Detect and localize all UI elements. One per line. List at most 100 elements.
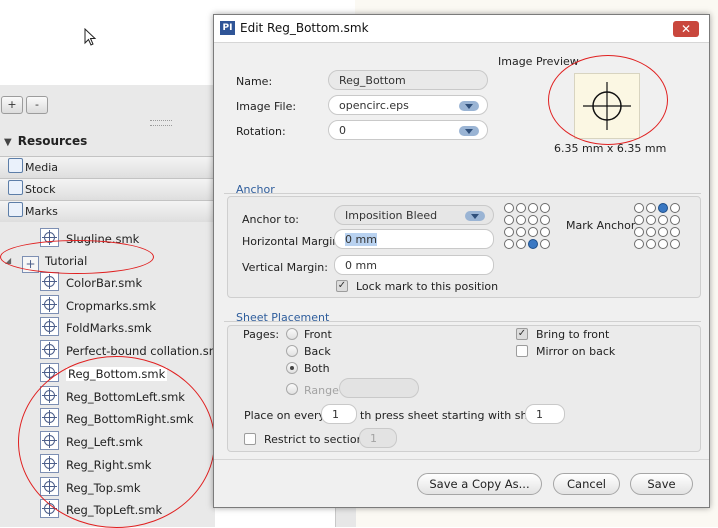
add-resource-button[interactable]: +: [1, 96, 23, 114]
tree-item-label: FoldMarks.smk: [66, 321, 152, 335]
mark-anchor-grid[interactable]: [634, 203, 680, 249]
anchor-point[interactable]: [540, 239, 550, 249]
resources-header[interactable]: ▼ Resources: [0, 130, 215, 152]
chevron-down-icon: [459, 101, 479, 111]
anchor-point[interactable]: [516, 227, 526, 237]
anchor-point[interactable]: [516, 239, 526, 249]
media-icon: [8, 158, 23, 173]
dialog-titlebar[interactable]: PI Edit Reg_Bottom.smk ✕: [214, 15, 709, 43]
anchor-point[interactable]: [528, 215, 538, 225]
anchor-point[interactable]: [646, 215, 656, 225]
tree-item[interactable]: FoldMarks.smk: [40, 317, 152, 339]
anchor-point[interactable]: [670, 239, 680, 249]
tree-item-label: Cropmarks.smk: [66, 299, 156, 313]
horizontal-margin-input[interactable]: 0 mm: [334, 229, 494, 249]
anchor-point[interactable]: [634, 227, 644, 237]
category-marks-label: Marks: [25, 205, 58, 218]
save-button[interactable]: Save: [630, 473, 693, 495]
bring-to-front-checkbox[interactable]: ✓: [516, 328, 528, 340]
lock-mark-label: Lock mark to this position: [356, 280, 499, 293]
collapse-triangle-icon: ▼: [4, 137, 12, 148]
anchor-point[interactable]: [646, 227, 656, 237]
mark-file-icon: [40, 340, 59, 359]
tree-item[interactable]: Cropmarks.smk: [40, 295, 156, 317]
mirror-on-back-label: Mirror on back: [536, 345, 616, 358]
horizontal-margin-label: Horizontal Margin:: [242, 235, 343, 248]
app-icon: PI: [220, 21, 235, 35]
anchor-point[interactable]: [646, 203, 656, 213]
image-file-dropdown[interactable]: opencirc.eps: [328, 95, 488, 115]
anchor-point[interactable]: [504, 203, 514, 213]
anchor-point[interactable]: [540, 203, 550, 213]
anchor-point-selected[interactable]: [658, 203, 668, 213]
panel-resize-grip[interactable]: [150, 120, 172, 126]
anchor-point[interactable]: [646, 239, 656, 249]
mouse-cursor-icon: [84, 28, 97, 46]
anchor-point-selected[interactable]: [528, 239, 538, 249]
anchor-to-dropdown[interactable]: Imposition Bleed: [334, 205, 494, 225]
annotation-ellipse: [0, 240, 154, 274]
save-copy-button[interactable]: Save a Copy As...: [417, 473, 542, 495]
anchor-point[interactable]: [670, 227, 680, 237]
vertical-margin-input[interactable]: 0 mm: [334, 255, 494, 275]
category-media[interactable]: Media: [0, 156, 215, 178]
starting-sheet-input[interactable]: 1: [525, 404, 565, 424]
annotation-ellipse: [548, 55, 668, 145]
anchor-point[interactable]: [504, 227, 514, 237]
dialog-title: Edit Reg_Bottom.smk: [240, 21, 369, 35]
lock-mark-checkbox[interactable]: ✓: [336, 280, 348, 292]
pages-back-label: Back: [304, 345, 331, 358]
anchor-point[interactable]: [504, 239, 514, 249]
anchor-point[interactable]: [658, 239, 668, 249]
remove-resource-button[interactable]: -: [26, 96, 48, 114]
imposition-anchor-grid[interactable]: [504, 203, 550, 249]
anchor-point[interactable]: [540, 227, 550, 237]
chevron-down-icon: [459, 126, 479, 136]
restrict-section-label: Restrict to section:: [264, 433, 368, 446]
scrollbar-area[interactable]: [335, 505, 356, 527]
chevron-down-icon: [465, 211, 485, 221]
restrict-section-checkbox[interactable]: [244, 433, 256, 445]
anchor-point[interactable]: [634, 203, 644, 213]
mirror-on-back-checkbox[interactable]: [516, 345, 528, 357]
sheet-placement-section-title: Sheet Placement: [236, 311, 330, 324]
name-field[interactable]: Reg_Bottom: [328, 70, 488, 90]
anchor-point[interactable]: [528, 227, 538, 237]
close-button[interactable]: ✕: [673, 21, 699, 37]
pages-both-radio[interactable]: [286, 362, 298, 374]
pages-range-label: Range: [304, 384, 339, 397]
pages-front-radio[interactable]: [286, 328, 298, 340]
restrict-section-input[interactable]: 1: [359, 428, 397, 448]
cancel-button[interactable]: Cancel: [553, 473, 620, 495]
anchor-point[interactable]: [528, 203, 538, 213]
anchor-point[interactable]: [670, 203, 680, 213]
anchor-point[interactable]: [658, 227, 668, 237]
anchor-point[interactable]: [516, 215, 526, 225]
anchor-point[interactable]: [516, 203, 526, 213]
anchor-to-label: Anchor to:: [242, 213, 300, 226]
pages-back-radio[interactable]: [286, 345, 298, 357]
anchor-point[interactable]: [670, 215, 680, 225]
pages-range-input[interactable]: [339, 378, 419, 398]
vertical-margin-label: Vertical Margin:: [242, 261, 328, 274]
anchor-point[interactable]: [634, 215, 644, 225]
footer-divider: [214, 459, 709, 460]
mark-file-icon: [40, 295, 59, 314]
anchor-point[interactable]: [658, 215, 668, 225]
pages-both-label: Both: [304, 362, 330, 375]
anchor-point[interactable]: [634, 239, 644, 249]
category-marks[interactable]: Marks: [0, 200, 215, 222]
section-divider: [224, 321, 701, 322]
pages-range-radio[interactable]: [286, 383, 298, 395]
place-every-input[interactable]: 1: [321, 404, 357, 424]
marks-icon: [8, 202, 23, 217]
bring-to-front-label: Bring to front: [536, 328, 610, 341]
anchor-point[interactable]: [540, 215, 550, 225]
tree-item[interactable]: ColorBar.smk: [40, 272, 142, 294]
category-stock[interactable]: Stock: [0, 178, 215, 200]
tree-item-label: ColorBar.smk: [66, 276, 143, 290]
name-label: Name:: [236, 75, 273, 88]
rotation-value: 0: [339, 124, 346, 137]
anchor-point[interactable]: [504, 215, 514, 225]
rotation-dropdown[interactable]: 0: [328, 120, 488, 140]
